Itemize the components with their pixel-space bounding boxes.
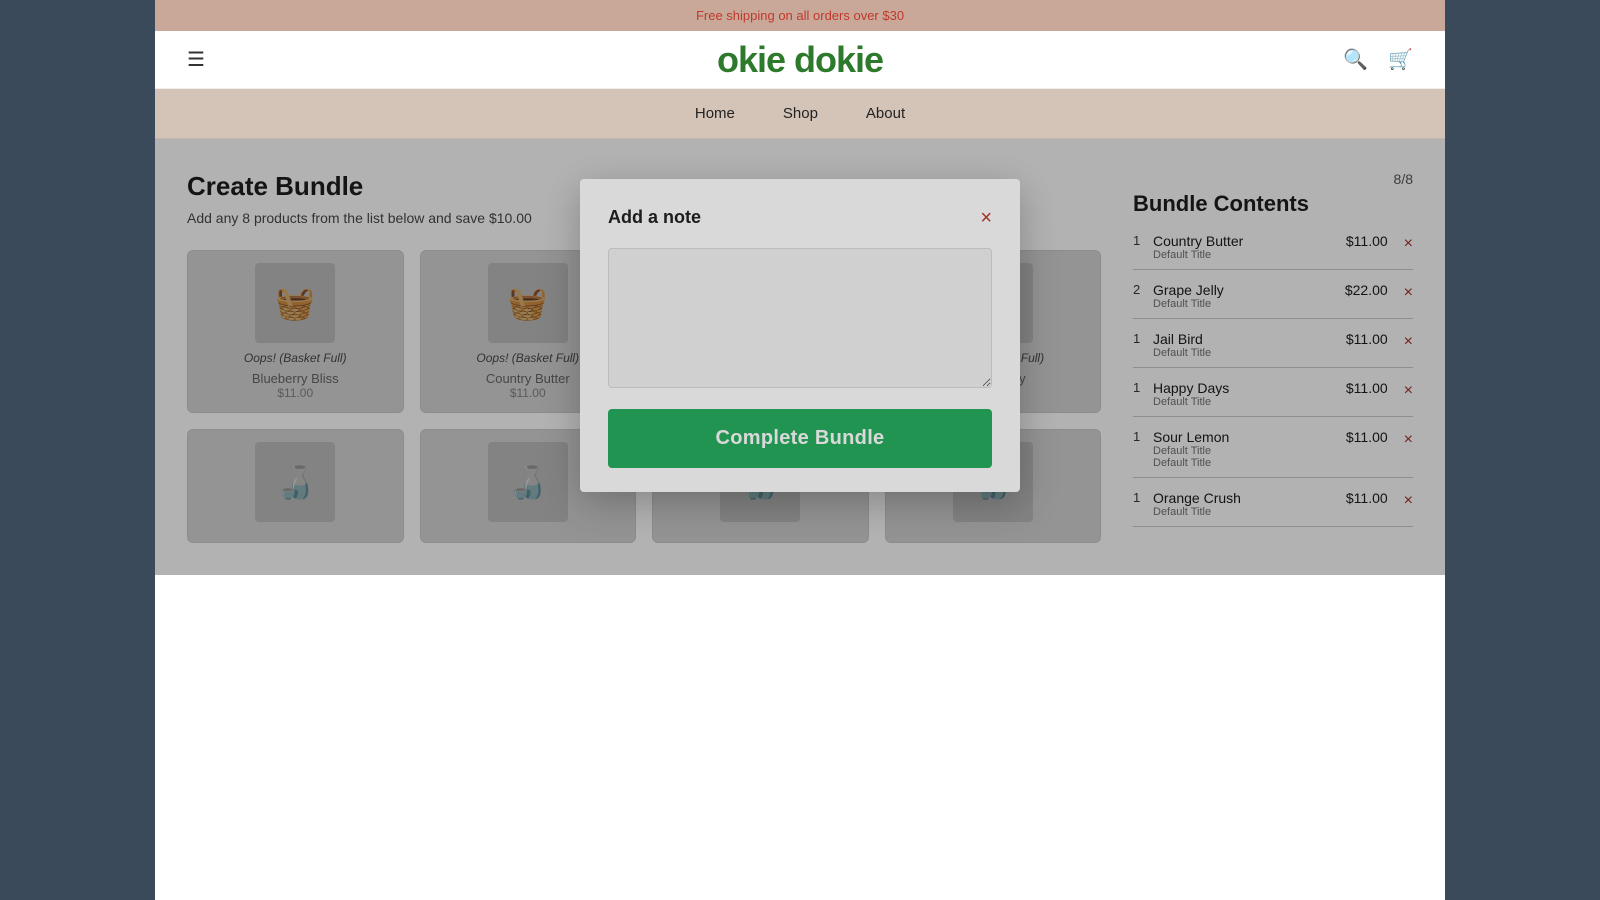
add-note-modal: Add a note × Complete Bundle bbox=[580, 179, 1020, 492]
nav-shop[interactable]: Shop bbox=[783, 105, 818, 122]
cart-icon[interactable]: 🛒 bbox=[1388, 47, 1413, 72]
site-header: ☰ okie dokie 🔍 🛒 bbox=[155, 31, 1445, 89]
nav-about[interactable]: About bbox=[866, 105, 905, 122]
header-right: 🔍 🛒 bbox=[1343, 47, 1413, 72]
modal-overlay: Add a note × Complete Bundle bbox=[155, 139, 1445, 575]
note-textarea[interactable] bbox=[608, 248, 992, 388]
modal-title: Add a note bbox=[608, 207, 701, 228]
modal-close-button[interactable]: × bbox=[980, 208, 992, 228]
browser-window: Free shipping on all orders over $30 ☰ o… bbox=[155, 0, 1445, 900]
main-content: Create Bundle Add any 8 products from th… bbox=[155, 139, 1445, 575]
search-icon[interactable]: 🔍 bbox=[1343, 47, 1368, 72]
header-left: ☰ bbox=[187, 47, 205, 72]
modal-header: Add a note × bbox=[608, 207, 992, 228]
banner-text: Free shipping on all orders over $30 bbox=[696, 8, 904, 23]
site-nav: Home Shop About bbox=[155, 89, 1445, 139]
nav-home[interactable]: Home bbox=[695, 105, 735, 122]
top-banner: Free shipping on all orders over $30 bbox=[155, 0, 1445, 31]
menu-icon[interactable]: ☰ bbox=[187, 47, 205, 72]
complete-bundle-button[interactable]: Complete Bundle bbox=[608, 409, 992, 468]
site-logo[interactable]: okie dokie bbox=[717, 39, 883, 81]
